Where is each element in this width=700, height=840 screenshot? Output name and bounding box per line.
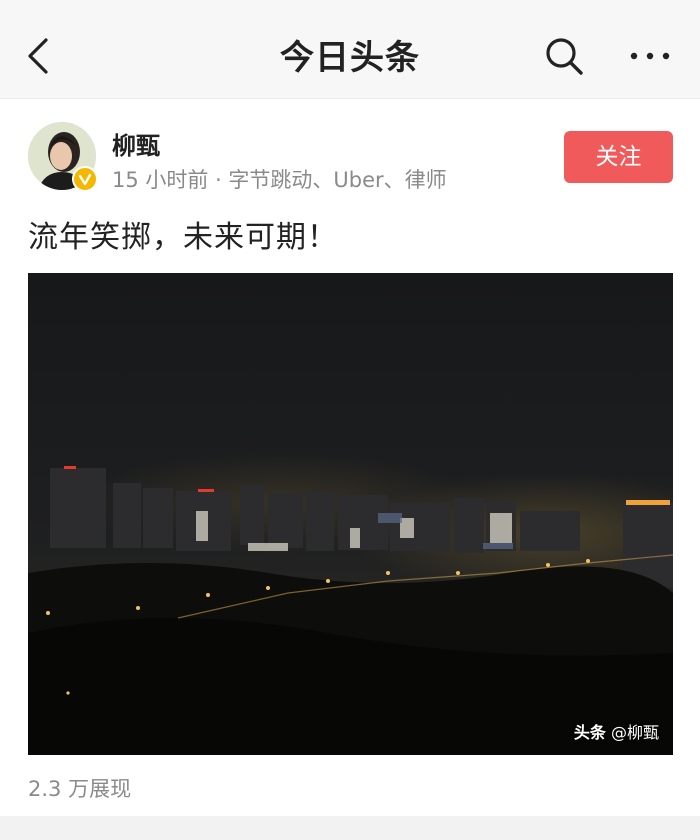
author-meta: 15 小时前 · 字节跳动、Uber、律师 <box>112 168 447 192</box>
watermark-brand: 头条 <box>573 723 606 742</box>
photo-watermark: 头条 @柳甄 <box>574 719 659 743</box>
author-name[interactable]: 柳甄 <box>112 126 160 161</box>
search-icon <box>546 38 583 75</box>
night-city-image <box>28 273 673 755</box>
more-button[interactable] <box>628 44 672 68</box>
more-dots-icon <box>630 52 670 60</box>
post-text: 流年笑掷，未来可期！ <box>28 220 338 255</box>
watermark-handle: @柳甄 <box>610 723 659 742</box>
view-count: 2.3 万展现 <box>28 777 132 801</box>
author-row: 柳甄 15 小时前 · 字节跳动、Uber、律师 关注 <box>28 122 673 192</box>
top-navigation-bar: 今日头条 <box>0 0 700 99</box>
app-title: 今日头条 <box>280 38 420 78</box>
search-button[interactable] <box>544 36 584 76</box>
section-divider <box>0 816 700 840</box>
verified-v-icon <box>72 166 98 192</box>
post-photo[interactable]: 头条 @柳甄 <box>28 273 673 755</box>
follow-button[interactable]: 关注 <box>564 131 673 183</box>
